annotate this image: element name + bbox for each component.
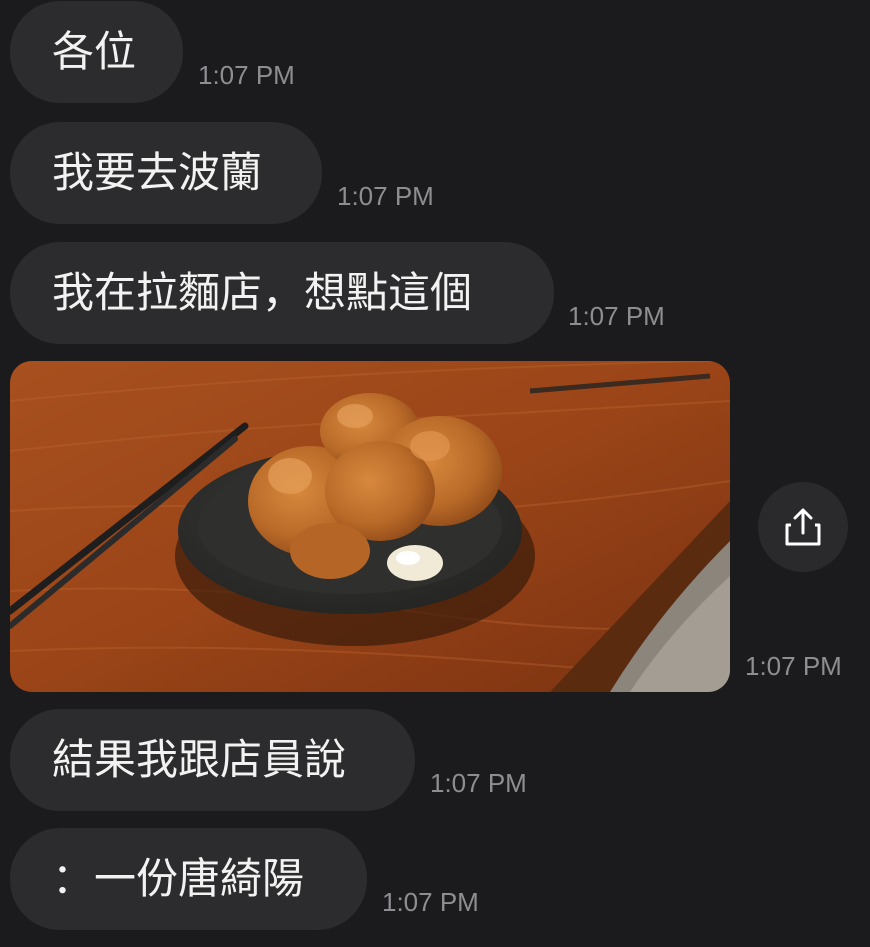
fried-chicken-photo [10,361,730,692]
message-text: 各位 [52,27,137,76]
message-timestamp: 1:07 PM [337,181,434,211]
message-text: ：一份唐綺陽 [52,854,305,903]
message-bubble[interactable]: 我要去波蘭 [10,122,322,224]
message-text: 我在拉麵店，想點這個 [52,268,473,317]
share-icon [785,508,821,546]
message-text: 我要去波蘭 [52,148,263,197]
message-timestamp: 1:07 PM [568,301,665,331]
message-bubble[interactable]: 各位 [10,1,183,103]
message-text: 結果我跟店員說 [52,735,347,784]
message-timestamp: 1:07 PM [198,60,295,90]
message-bubble[interactable]: 結果我跟店員說 [10,709,415,811]
chat-thread: 各位 1:07 PM 我要去波蘭 1:07 PM 我在拉麵店，想點這個 1:07… [0,0,870,947]
message-timestamp: 1:07 PM [745,651,842,681]
message-bubble[interactable]: ：一份唐綺陽 [10,828,367,930]
share-button[interactable] [758,482,848,572]
photo-message[interactable] [10,361,730,692]
message-timestamp: 1:07 PM [430,768,527,798]
message-bubble[interactable]: 我在拉麵店，想點這個 [10,242,554,344]
message-timestamp: 1:07 PM [382,887,479,917]
